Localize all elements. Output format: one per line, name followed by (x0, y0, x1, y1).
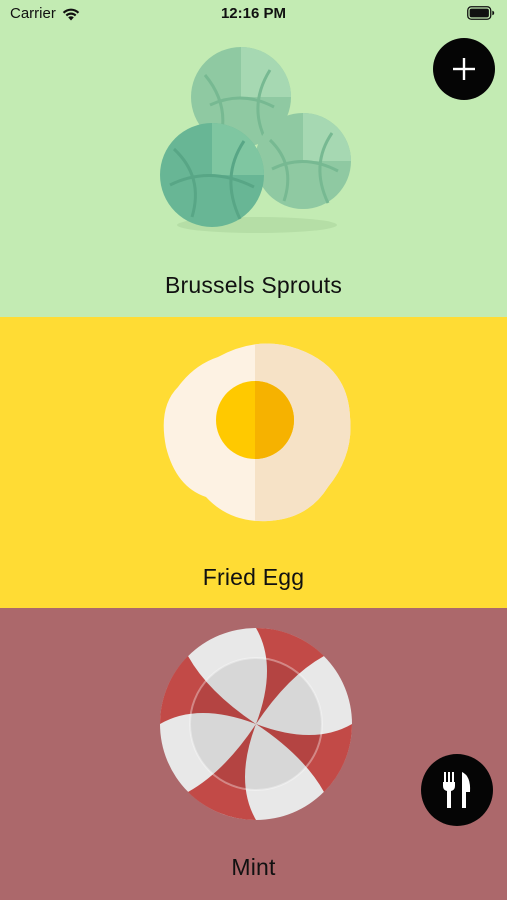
peppermint-candy-illustration (159, 627, 353, 821)
fried-egg-illustration (163, 343, 351, 522)
food-card-brussels-sprouts[interactable]: Brussels Sprouts (0, 0, 507, 317)
food-card-mint[interactable]: Mint (0, 608, 507, 900)
status-bar: Carrier 12:16 PM (0, 0, 507, 30)
food-name-label: Mint (231, 854, 276, 880)
add-food-button[interactable] (433, 38, 495, 100)
fork-knife-icon (443, 772, 471, 808)
food-card-fried-egg[interactable]: Fried Egg (0, 317, 507, 608)
food-name-label: Fried Egg (202, 564, 305, 590)
battery-icon (467, 6, 495, 25)
brussels-sprouts-illustration (160, 47, 351, 233)
status-time: 12:16 PM (220, 5, 287, 22)
meal-button[interactable] (421, 754, 493, 826)
food-name-label: Brussels Sprouts (164, 272, 343, 298)
plus-icon (453, 58, 475, 80)
